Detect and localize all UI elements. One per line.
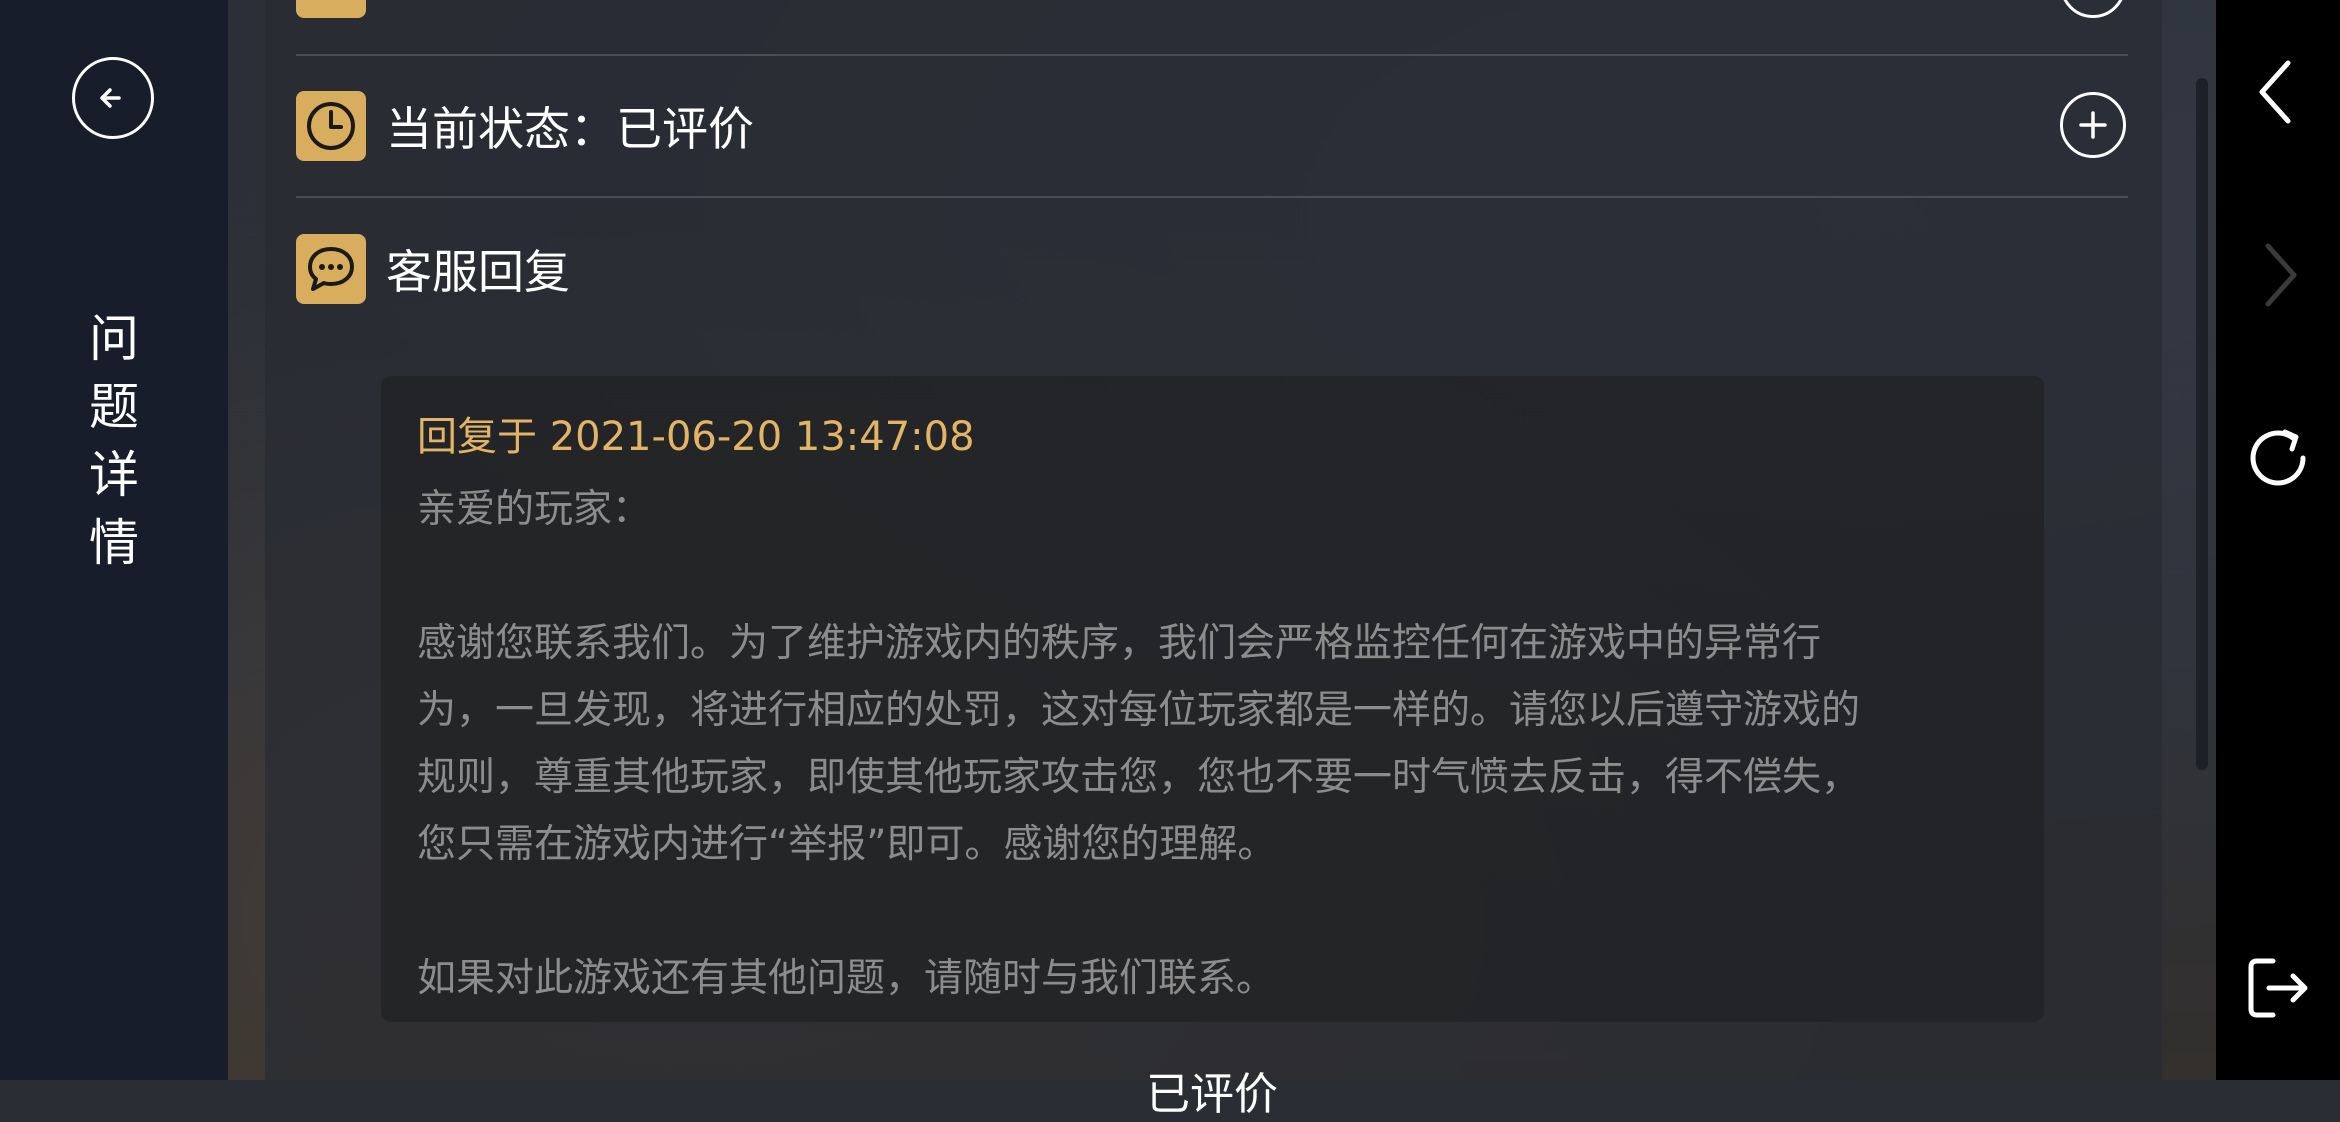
- previous-row-expand-button[interactable]: [2060, 0, 2126, 18]
- page-title-char: 问: [89, 310, 139, 368]
- previous-row: [296, 0, 2128, 18]
- status-row[interactable]: 当前状态：已评价: [296, 90, 2128, 162]
- chevron-left-icon: [2259, 60, 2291, 124]
- reply-body: 亲爱的玩家： 感谢您联系我们。为了维护游戏内的秩序，我们会严格监控任何在游戏中的…: [417, 476, 1997, 1012]
- page-title: 问 题 详 情: [84, 305, 144, 577]
- divider: [296, 54, 2128, 56]
- reply-closing: 如果对此游戏还有其他问题，请随时与我们联系。: [417, 956, 1276, 1001]
- reply-greeting: 亲爱的玩家：: [417, 487, 652, 532]
- scrollbar[interactable]: [2196, 78, 2208, 770]
- nav-forward-button[interactable]: [2216, 225, 2340, 325]
- right-nav-bar: [2216, 0, 2340, 1080]
- page-title-char: 题: [89, 378, 139, 436]
- service-reply-header: 客服回复: [296, 233, 2128, 305]
- chevron-right-icon: [2265, 243, 2297, 307]
- row-icon: [296, 0, 366, 18]
- reply-line: 规则，尊重其他玩家，即使其他玩家攻击您，您也不要一时气愤去反击，得不偿失，: [417, 755, 1861, 800]
- reply-line: 感谢您联系我们。为了维护游戏内的秩序，我们会严格监控任何在游戏中的异常行: [417, 621, 1822, 666]
- reply-line: 为，一旦发现，将进行相应的处罚，这对每位玩家都是一样的。请您以后遵守游戏的: [417, 688, 1861, 733]
- page-title-char: 情: [89, 514, 139, 572]
- clock-icon: [296, 91, 366, 161]
- reply-line: 您只需在游戏内进行“举报”即可。感谢您的理解。: [417, 822, 1277, 867]
- nav-back-button[interactable]: [2216, 42, 2340, 142]
- nav-exit-button[interactable]: [2216, 938, 2340, 1038]
- page-title-char: 详: [89, 446, 139, 504]
- chat-bubble-icon: [296, 234, 366, 304]
- service-reply-label: 客服回复: [386, 245, 570, 299]
- left-panel: 问 题 详 情: [0, 0, 228, 1080]
- evaluated-label: 已评价: [1146, 1069, 1278, 1120]
- plus-circle-icon: [2073, 0, 2113, 5]
- divider: [296, 196, 2128, 198]
- nav-refresh-button[interactable]: [2216, 408, 2340, 508]
- reply-timestamp: 回复于 2021-06-20 13:47:08: [417, 414, 975, 460]
- plus-circle-icon: [2079, 111, 2107, 139]
- reply-card: 回复于 2021-06-20 13:47:08 亲爱的玩家： 感谢您联系我们。为…: [381, 376, 2044, 1022]
- refresh-icon: [2250, 429, 2306, 486]
- exit-icon: [2248, 958, 2308, 1018]
- back-button[interactable]: [72, 57, 154, 139]
- status-label: 当前状态：已评价: [386, 102, 754, 156]
- arrow-left-circle-icon: [100, 88, 121, 108]
- status-expand-button[interactable]: [2060, 92, 2126, 158]
